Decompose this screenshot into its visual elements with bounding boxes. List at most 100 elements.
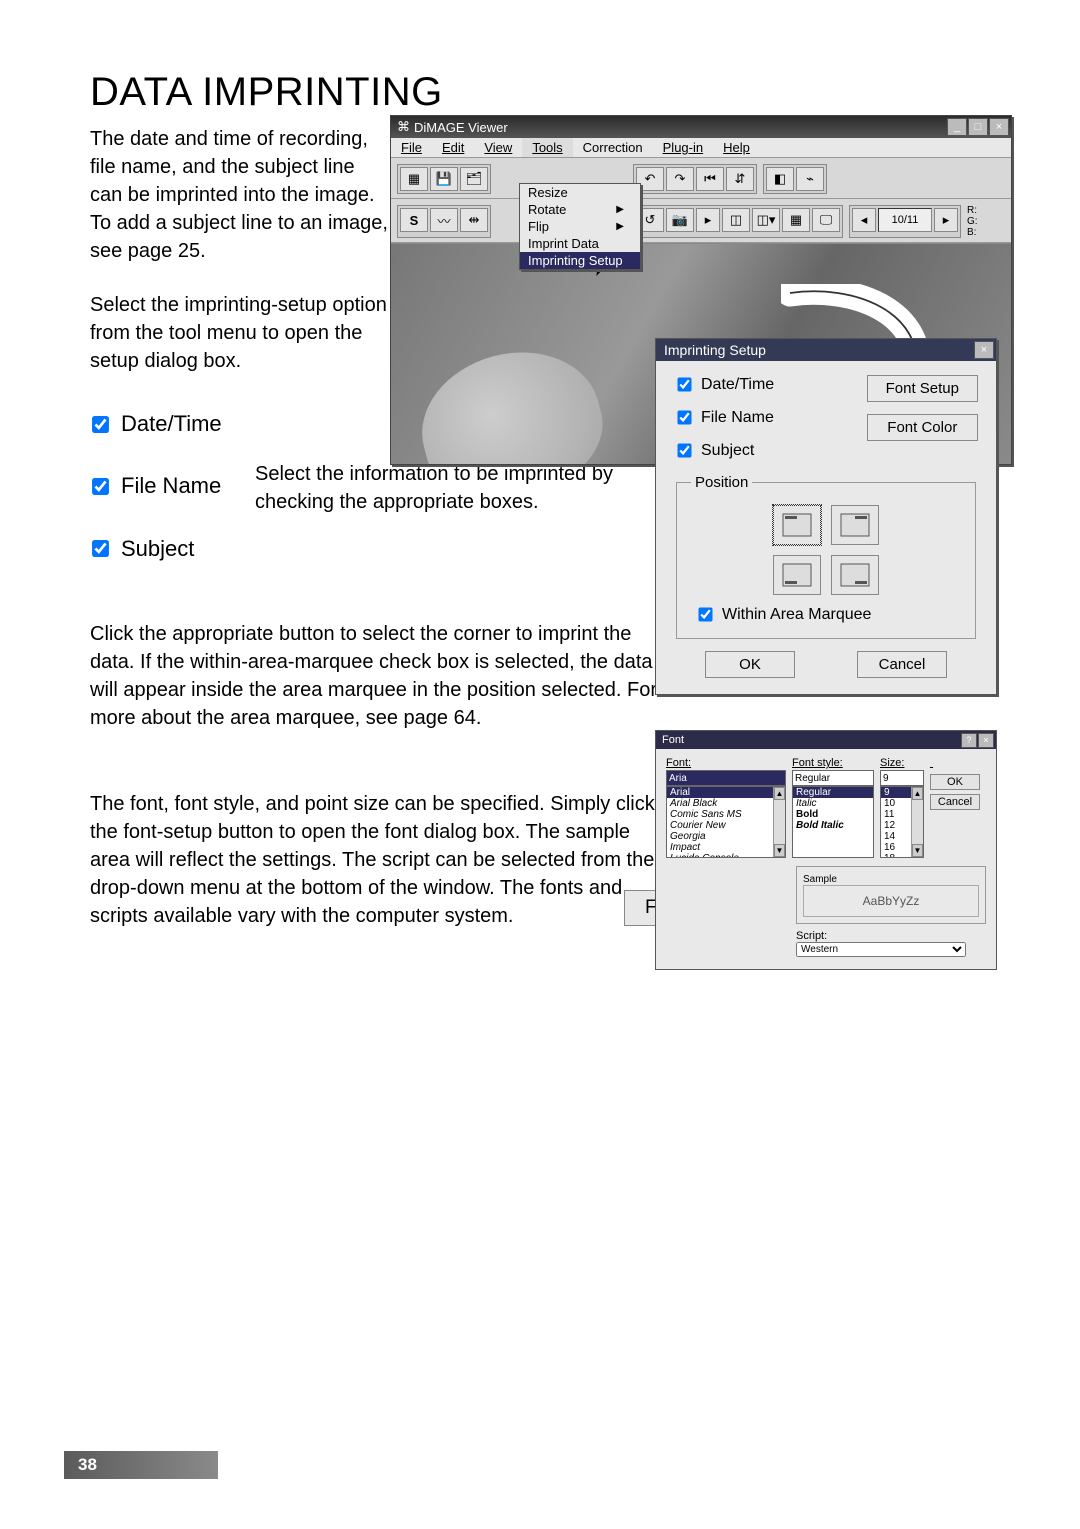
menu-plugin[interactable]: Plug-in	[653, 138, 713, 157]
font-ok-button[interactable]: OK	[930, 774, 980, 790]
dialog-title: Imprinting Setup	[664, 342, 766, 358]
file-name-checkbox[interactable]	[92, 478, 109, 495]
cancel-button[interactable]: Cancel	[857, 651, 947, 678]
font-paragraph: The font, font style, and point size can…	[90, 790, 660, 930]
menu-tools[interactable]: Tools	[522, 138, 572, 157]
dlg-subject-checkbox[interactable]	[677, 443, 691, 457]
scroll-up-icon[interactable]: ▲	[774, 787, 785, 800]
imprinting-setup-dialog: Imprinting Setup × Date/Time File Name S…	[655, 338, 997, 695]
font-dialog-help-button[interactable]: ?	[961, 733, 977, 748]
scroll-down-icon[interactable]: ▼	[774, 844, 785, 857]
thumbnails-icon[interactable]: ▦	[400, 167, 428, 191]
within-marquee-row: Within Area Marquee	[695, 605, 961, 624]
tools-resize[interactable]: Resize	[520, 184, 640, 201]
position-bottom-right[interactable]	[831, 555, 879, 595]
slider-icon[interactable]: ⇹	[460, 208, 488, 232]
menu-view[interactable]: View	[474, 138, 522, 157]
size-scroll-down-icon[interactable]: ▼	[912, 844, 923, 857]
tools-flip[interactable]: Flip▶	[520, 218, 640, 235]
size-listbox-scrollbar[interactable]: ▲ ▼	[911, 787, 923, 857]
size-scroll-up-icon[interactable]: ▲	[912, 787, 923, 800]
compare-dropdown-icon[interactable]: ◫▾	[752, 208, 780, 232]
within-marquee-checkbox[interactable]	[698, 607, 712, 621]
menu-edit[interactable]: Edit	[432, 138, 474, 157]
curves-icon[interactable]: ⌁	[796, 167, 824, 191]
font-listbox[interactable]: Arial Arial Black Comic Sans MS Courier …	[666, 786, 786, 858]
menu-file[interactable]: File	[391, 138, 432, 157]
manual-page: DATA IMPRINTING The date and time of rec…	[0, 0, 1080, 1529]
subject-row: Subject	[90, 525, 222, 573]
imprint-checkbox-list: Date/Time File Name Subject	[90, 400, 222, 587]
sharpen-icon[interactable]: S	[400, 208, 428, 232]
page-number: 38	[64, 1451, 218, 1479]
position-top-right[interactable]	[831, 505, 879, 545]
dlg-subject-row: Subject	[674, 441, 978, 460]
sample-group: Sample AaBbYyZz	[796, 866, 986, 924]
menu-correction[interactable]: Correction	[573, 138, 653, 157]
app-titlebar: ⌘ DiMAGE Viewer _ □ ×	[391, 116, 1011, 138]
marquee-paragraph: Click the appropriate button to select t…	[90, 620, 660, 732]
tools-imprinting-setup[interactable]: Imprinting Setup	[520, 252, 640, 269]
font-dialog-close-button[interactable]: ×	[978, 733, 994, 748]
date-time-label: Date/Time	[121, 400, 222, 448]
prev-icon[interactable]: ⏮	[696, 167, 724, 191]
sample-preview: AaBbYyZz	[803, 885, 979, 917]
font-dialog-titlebar: Font ? ×	[656, 731, 996, 749]
position-bottom-left[interactable]	[773, 555, 821, 595]
save-icon[interactable]: 💾	[430, 167, 458, 191]
date-time-checkbox[interactable]	[92, 416, 109, 433]
toolbar-row-1: ▦ 💾 🗂 ↶ ↷ ⏮ ⇵ ◧ ⌁	[391, 158, 1011, 199]
dlg-file-name-checkbox[interactable]	[677, 410, 691, 424]
redo-icon[interactable]: ↷	[666, 167, 694, 191]
compare-icon[interactable]: ◫	[722, 208, 750, 232]
font-input[interactable]	[666, 770, 786, 786]
position-group: Position Wit	[676, 474, 976, 639]
menu-help[interactable]: Help	[713, 138, 760, 157]
subject-label: Subject	[121, 525, 194, 573]
grid-icon[interactable]: ▦	[782, 208, 810, 232]
font-label: Font:	[666, 757, 786, 769]
dialog-close-button[interactable]: ×	[974, 341, 994, 359]
font-cancel-button[interactable]: Cancel	[930, 794, 980, 810]
style-label: Font style:	[792, 757, 874, 769]
prev-frame-icon[interactable]: ◂	[852, 208, 876, 232]
style-listbox[interactable]: Regular Italic Bold Bold Italic	[792, 786, 874, 858]
next-frame-icon[interactable]: ▸	[934, 208, 958, 232]
setup-instruction-paragraph: Select the imprinting-setup option from …	[90, 291, 390, 375]
section-title: DATA IMPRINTING	[90, 70, 1000, 115]
mirror-icon[interactable]: ⇵	[726, 167, 754, 191]
app-title: DiMAGE Viewer	[414, 120, 508, 135]
position-legend: Position	[691, 474, 752, 491]
size-input[interactable]	[880, 770, 924, 786]
folder-icon[interactable]: 🗂	[460, 167, 488, 191]
minimize-button[interactable]: _	[947, 118, 967, 136]
monitor-icon[interactable]: 🖵	[812, 208, 840, 232]
font-color-button[interactable]: Font Color	[867, 414, 978, 441]
size-listbox[interactable]: 9 10 11 12 14 16 18 ▲ ▼	[880, 786, 924, 858]
font-dialog: Font ? × Font: Arial Arial Black Comic S…	[655, 730, 997, 970]
rgb-readout: R: G: B:	[967, 205, 978, 238]
font-listbox-scrollbar[interactable]: ▲ ▼	[773, 787, 785, 857]
font-setup-button[interactable]: Font Setup	[867, 375, 978, 402]
dlg-date-time-label: Date/Time	[701, 376, 774, 394]
file-name-label: File Name	[121, 462, 221, 510]
dialog-titlebar: Imprinting Setup ×	[656, 339, 996, 361]
script-select[interactable]: Western	[796, 942, 966, 957]
tools-imprint-data[interactable]: Imprint Data	[520, 235, 640, 252]
checkbox-note: Select the information to be imprinted b…	[255, 460, 675, 516]
snapshot-icon[interactable]: 📷	[666, 208, 694, 232]
file-name-row: File Name	[90, 462, 222, 510]
style-input[interactable]	[792, 770, 874, 786]
frame-counter: 10/11	[878, 208, 932, 232]
maximize-button[interactable]: □	[968, 118, 988, 136]
subject-checkbox[interactable]	[92, 541, 109, 558]
tools-dropdown: Resize Rotate▶ Flip▶ Imprint Data Imprin…	[519, 183, 641, 270]
position-top-left[interactable]	[773, 505, 821, 545]
ok-button[interactable]: OK	[705, 651, 795, 678]
dlg-date-time-checkbox[interactable]	[677, 377, 691, 391]
levels-icon[interactable]: ◧	[766, 167, 794, 191]
close-button[interactable]: ×	[989, 118, 1009, 136]
chevron-right-icon[interactable]: ▸	[696, 208, 720, 232]
histogram-icon[interactable]: 〰	[430, 208, 458, 232]
tools-rotate[interactable]: Rotate▶	[520, 201, 640, 218]
